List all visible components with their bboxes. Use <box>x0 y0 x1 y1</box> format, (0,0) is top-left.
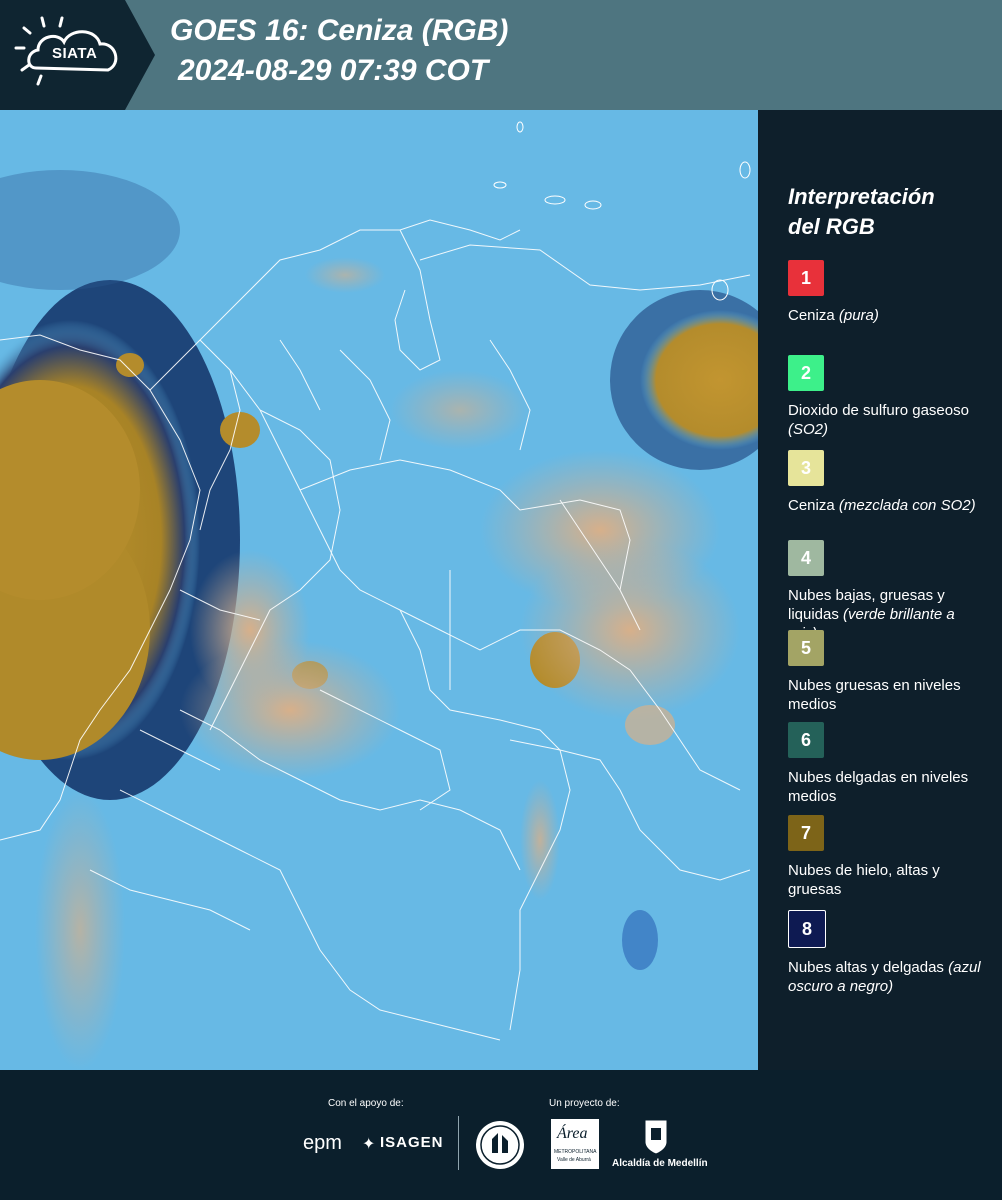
legend-item-3: 3 Ceniza (mezclada con SO2) <box>788 450 988 515</box>
legend-label: Nubes delgadas en niveles medios <box>788 768 988 806</box>
legend-item-4: 4 Nubes bajas, gruesas y liquidas (verde … <box>788 540 988 643</box>
legend-label: Ceniza (mezclada con SO2) <box>788 496 988 515</box>
medellin-shield-icon <box>644 1119 668 1155</box>
legend-label-text: Ceniza <box>788 497 839 514</box>
legend-swatch: 6 <box>788 722 824 758</box>
legend-item-5: 5 Nubes gruesas en niveles medios <box>788 630 988 714</box>
legend-label: Ceniza (pura) <box>788 306 988 325</box>
siata-logo: SIATA <box>0 0 155 110</box>
legend-label: Dioxido de sulfuro gaseoso (SO2) <box>788 401 988 439</box>
legend-item-8: 8 Nubes altas y delgadas (azul oscuro a n… <box>788 910 988 996</box>
legend-label-text: Dioxido de sulfuro gaseoso <box>788 402 969 419</box>
legend-panel: Interpretación del RGB 1 Ceniza (pura) 2 Di… <box>758 110 1002 1070</box>
datetime-label: 2024-08-29 07:39 COT <box>178 54 489 87</box>
epm-logo: epm <box>303 1132 342 1154</box>
logo-text: SIATA <box>52 45 98 62</box>
legend-swatch: 2 <box>788 355 824 391</box>
header-bar: SIATA GOES 16: Ceniza (RGB) 2024-08-29 0… <box>0 0 1002 110</box>
legend-label-note: (SO2) <box>788 421 829 438</box>
legend-item-1: 1 Ceniza (pura) <box>788 260 988 325</box>
legend-swatch: 5 <box>788 630 824 666</box>
isagen-icon: ✦ <box>362 1134 376 1153</box>
legend-swatch: 3 <box>788 450 824 486</box>
legend-label-note: (mezclada con SO2) <box>838 497 976 514</box>
seal-icon <box>476 1121 524 1169</box>
support-label: Con el apoyo de: <box>328 1098 404 1109</box>
legend-item-7: 7 Nubes de hielo, altas y gruesas <box>788 815 988 899</box>
legend-swatch: 4 <box>788 540 824 576</box>
isagen-logo: ISAGEN <box>380 1134 444 1151</box>
page-title: GOES 16: Ceniza (RGB) <box>170 14 509 47</box>
legend-label-text: Nubes altas y delgadas <box>788 959 949 976</box>
legend-label-text: Ceniza <box>788 307 839 324</box>
legend-swatch: 1 <box>788 260 824 296</box>
divider <box>458 1116 459 1170</box>
project-label: Un proyecto de: <box>549 1098 620 1109</box>
legend-label-text: Nubes gruesas en niveles medios <box>788 677 961 713</box>
legend-item-2: 2 Dioxido de sulfuro gaseoso (SO2) <box>788 355 988 439</box>
legend-label-text: Nubes de hielo, altas y gruesas <box>788 862 940 898</box>
legend-item-6: 6 Nubes delgadas en niveles medios <box>788 722 988 806</box>
legend-swatch: 8 <box>788 910 826 948</box>
satellite-map[interactable] <box>0 110 758 1070</box>
legend-title: Interpretación del RGB <box>788 184 935 239</box>
area-metropolitana-logo: Área METROPOLITANA Valle de Aburrá <box>551 1119 599 1169</box>
legend-label-text: Nubes delgadas en niveles medios <box>788 769 969 805</box>
legend-label: Nubes altas y delgadas (azul oscuro a ne… <box>788 958 988 996</box>
legend-swatch: 7 <box>788 815 824 851</box>
legend-label: Nubes de hielo, altas y gruesas <box>788 861 988 899</box>
footer-bar: Con el apoyo de: Un proyecto de: epm ✦ I… <box>0 1070 1002 1200</box>
alcaldia-logo: Alcaldía de Medellín <box>612 1158 708 1169</box>
legend-label-note: (pura) <box>838 307 879 324</box>
legend-label: Nubes gruesas en niveles medios <box>788 676 988 714</box>
